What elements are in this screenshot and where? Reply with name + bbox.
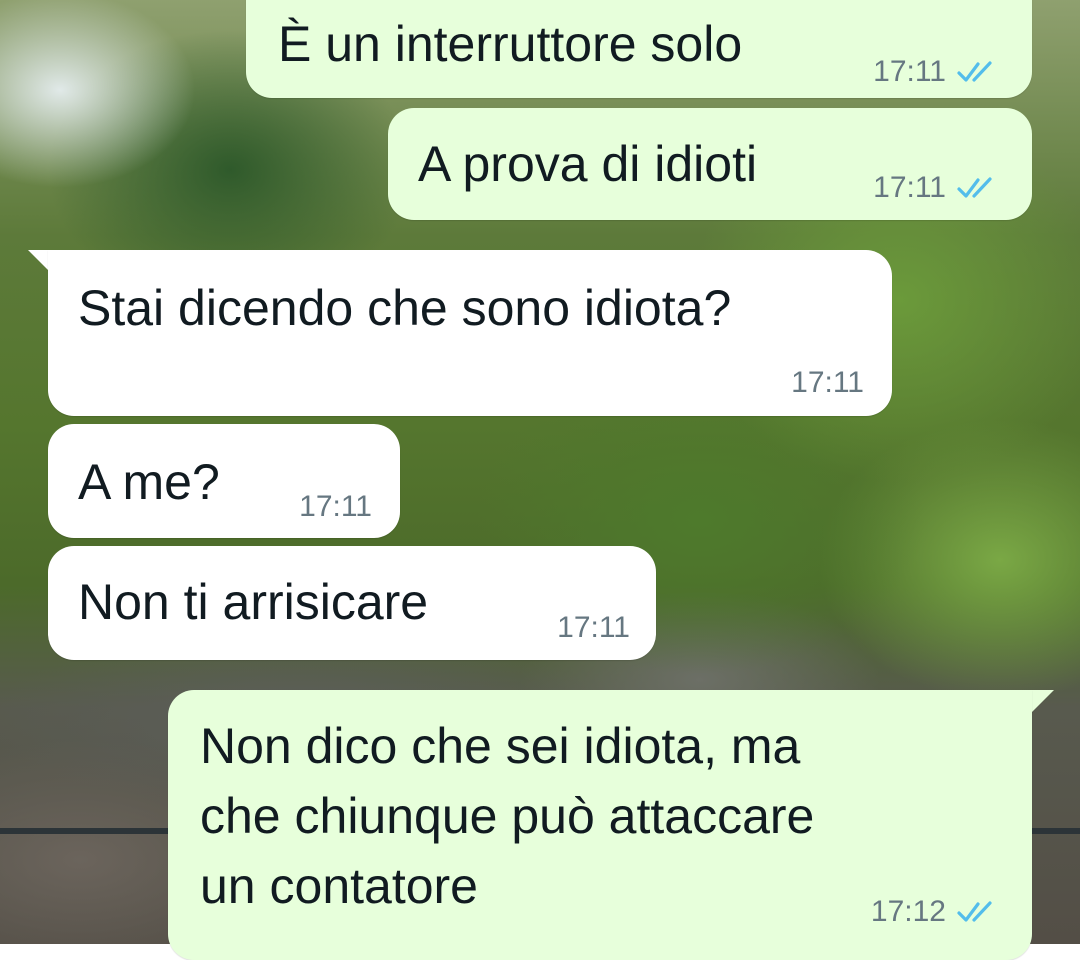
double-check-icon	[957, 177, 992, 198]
bubble-tail	[1032, 690, 1054, 712]
double-check-icon	[957, 901, 992, 922]
message-time: 17:11	[873, 171, 946, 204]
double-check-icon	[957, 61, 992, 82]
message-time: 17:11	[557, 611, 630, 644]
message-text: A prova di idioti	[418, 136, 758, 192]
message-meta: 17:12	[871, 895, 1002, 929]
message-bubble-incoming[interactable]: A me? 17:11	[48, 424, 400, 538]
message-text: È un interruttore solo	[278, 16, 743, 72]
message-bubble-outgoing[interactable]: È un interruttore solo 17:11	[246, 0, 1032, 98]
message-text-line: che chiunque può attaccare	[200, 788, 815, 844]
message-time: 17:11	[791, 366, 864, 399]
message-bubble-incoming[interactable]: Stai dicendo che sono idiota? 17:11	[48, 250, 892, 416]
message-text: Non ti arrisicare	[78, 574, 429, 630]
message-text: A me?	[78, 454, 220, 510]
message-bubble-outgoing[interactable]: Non dico che sei idiota, ma che chiunque…	[168, 690, 1032, 960]
message-time: 17:11	[299, 490, 372, 523]
message-bubble-outgoing[interactable]: A prova di idioti 17:11	[388, 108, 1032, 220]
message-text-line: Non dico che sei idiota, ma	[200, 718, 801, 774]
message-meta: 17:11	[299, 490, 372, 524]
bubble-tail	[28, 250, 50, 272]
message-meta: 17:11	[557, 611, 630, 645]
message-text: Stai dicendo che sono idiota?	[78, 280, 732, 336]
message-meta: 17:11	[791, 366, 864, 400]
message-meta: 17:11	[873, 171, 1002, 205]
message-meta: 17:11	[873, 55, 1002, 89]
message-bubble-incoming[interactable]: Non ti arrisicare 17:11	[48, 546, 656, 660]
message-time: 17:12	[870, 895, 946, 928]
message-text-line: un contatore	[200, 858, 478, 914]
message-time: 17:11	[873, 55, 946, 88]
